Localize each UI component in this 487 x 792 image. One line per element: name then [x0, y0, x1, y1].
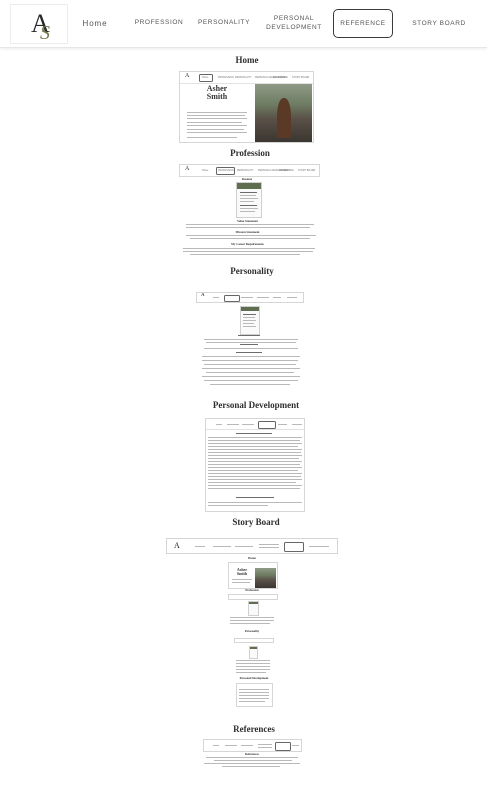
mini-nav-home-2: Home: [202, 169, 209, 172]
nav-home[interactable]: Home: [78, 19, 112, 28]
home-screenshot: A Home PROFESSION PERSONALITY PERSONAL D…: [179, 71, 314, 143]
as-monogram-icon: A S: [31, 9, 50, 43]
profile-photo: [255, 84, 312, 142]
mini-nav-profession: PROFESSION: [218, 76, 234, 79]
personality-nav-shot: A: [196, 292, 304, 303]
section-title-story-board: Story Board: [232, 517, 280, 527]
mini-nav-personality: PERSONALITY: [235, 76, 252, 79]
mini-active-indicator: [199, 74, 213, 82]
mini-nav-reference: REFERENCE: [273, 76, 288, 79]
svg-text:S: S: [40, 22, 50, 43]
storyboard-home-thumb: Asher Smith: [228, 562, 278, 589]
references-preview-title: References: [245, 752, 259, 756]
nav-personal-development-line1: PERSONAL: [273, 15, 315, 22]
personality-document-thumbnail: [240, 306, 260, 335]
person-figure: [277, 98, 291, 138]
career-requirements-label: My Career Requirements: [231, 242, 264, 246]
mini-nav-story-board: STORY BOARD: [292, 76, 310, 79]
mini-nav-story-board-2: STORY BOARD: [298, 169, 316, 172]
nav-profession[interactable]: PROFESSION: [130, 19, 188, 26]
top-navigation: A S Home PROFESSION PERSONALITY PERSONAL…: [0, 0, 487, 48]
personal-development-screenshot: [205, 418, 305, 512]
nav-personality[interactable]: PERSONALITY: [192, 19, 256, 26]
nav-story-board[interactable]: STORY BOARD: [405, 20, 473, 27]
nav-personal-development[interactable]: PERSONAL DEVELOPMENT: [260, 15, 328, 32]
mini-logo: A: [185, 73, 190, 79]
value-statement-label: Value Statement: [237, 219, 258, 223]
resume-thumbnail: [236, 182, 262, 218]
mission-statement-label: Mission Statement: [235, 230, 260, 234]
storyboard-profession-label: Profession: [245, 588, 259, 592]
nav-reference[interactable]: REFERENCE: [333, 9, 393, 38]
storyboard-nav-shot: A: [166, 538, 338, 554]
section-title-home: Home: [235, 55, 259, 65]
logo[interactable]: A S: [10, 4, 68, 44]
mini-active-indicator-2: [216, 167, 235, 175]
section-title-references: References: [233, 724, 275, 734]
storyboard-personality-label: Personality: [244, 629, 260, 633]
section-title-personality: Personality: [230, 266, 274, 276]
section-title-profession: Profession: [230, 148, 270, 158]
section-title-personal-development: Personal Development: [212, 400, 300, 410]
home-name-last: Smith: [206, 92, 228, 101]
references-nav-shot: [203, 739, 302, 752]
profession-nav-shot: A Home PROFESSION PERSONALITY PERSONAL D…: [179, 164, 320, 177]
mini-nav: A Home PROFESSION PERSONALITY PERSONAL D…: [180, 72, 313, 84]
profession-resume-label: Resume: [241, 177, 253, 181]
storyboard-personal-dev-label: Personal Development: [239, 676, 269, 680]
storyboard-home-label: Home: [248, 556, 256, 560]
mini-nav-personality-2: PERSONALITY: [237, 169, 254, 172]
mini-nav-reference-2: REFERENCE: [279, 169, 294, 172]
nav-personal-development-line2: DEVELOPMENT: [266, 23, 322, 31]
home-name: Asher Smith: [188, 85, 246, 101]
